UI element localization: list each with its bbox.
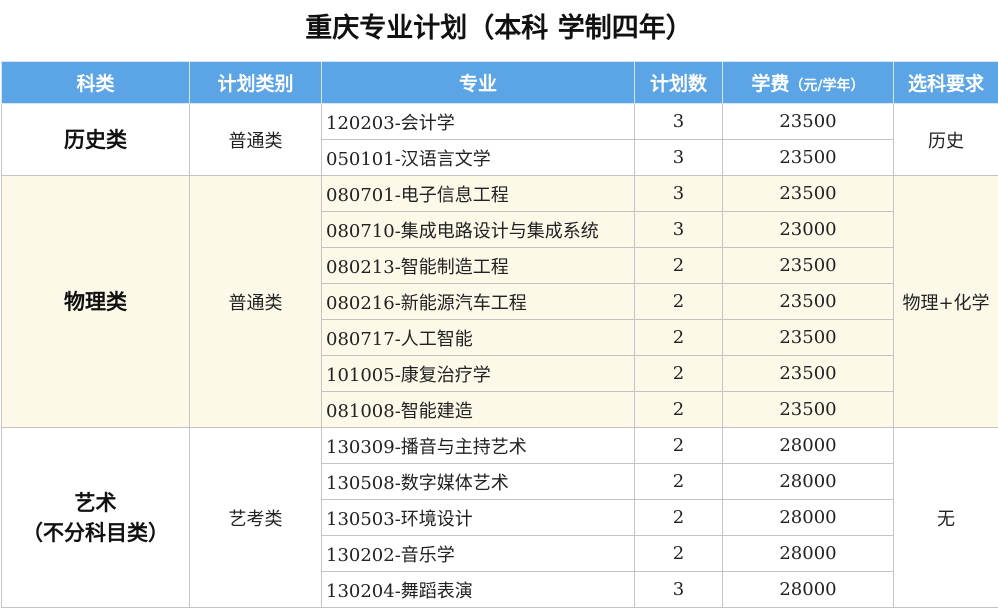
category-cell: 艺术 （不分科目类） <box>1 427 190 608</box>
major-cell: 101005-康复治疗学 <box>321 355 635 392</box>
plan-count-cell: 3 <box>634 175 723 212</box>
table-header-row: 科类 计划类别 专业 计划数 学费（元/学年） 选科要求 <box>1 61 998 104</box>
major-cell: 120203-会计学 <box>321 103 635 140</box>
table-row: 物理类 普通类 080701-电子信息工程 3 23500 物理+化学 <box>1 175 998 428</box>
header-tuition-label: 学费 <box>751 73 790 95</box>
header-plan-type: 计划类别 <box>189 61 322 104</box>
plan-count-cell: 2 <box>634 319 723 356</box>
major-cell: 130503-环境设计 <box>321 499 635 536</box>
tuition-cell: 28000 <box>722 427 894 464</box>
tuition-cell: 23500 <box>722 283 894 320</box>
plan-count-cell: 2 <box>634 463 723 500</box>
plan-type-cell: 普通类 <box>189 175 322 428</box>
tuition-cell: 23500 <box>722 319 894 356</box>
table-row: 历史类 普通类 120203-会计学 3 23500 历史 <box>1 103 998 176</box>
tuition-cell: 28000 <box>722 535 894 572</box>
header-tuition-unit: （元/学年） <box>789 78 865 94</box>
header-major: 专业 <box>321 61 635 104</box>
page-title: 重庆专业计划（本科 学制四年） <box>305 13 693 44</box>
plan-type-cell: 艺考类 <box>189 427 322 608</box>
tuition-cell: 23000 <box>722 211 894 248</box>
tuition-cell: 23500 <box>722 103 894 140</box>
major-cell: 050101-汉语言文学 <box>321 139 635 176</box>
plan-count-cell: 2 <box>634 283 723 320</box>
tuition-cell: 23500 <box>722 391 894 428</box>
major-cell: 130508-数字媒体艺术 <box>321 463 635 500</box>
table-row: 艺术 （不分科目类） 艺考类 130309-播音与主持艺术 2 28000 无 <box>1 427 998 608</box>
category-cell: 物理类 <box>1 175 190 428</box>
plan-count-cell: 2 <box>634 247 723 284</box>
category-label: 物理类 <box>64 289 127 314</box>
category-label: 历史类 <box>64 127 127 152</box>
major-cell: 081008-智能建造 <box>321 391 635 428</box>
plan-type-cell: 普通类 <box>189 103 322 176</box>
category-label: （不分科目类） <box>22 520 169 545</box>
plan-count-cell: 3 <box>634 571 723 608</box>
major-cell: 080216-新能源汽车工程 <box>321 283 635 320</box>
table-body: 历史类 普通类 120203-会计学 3 23500 历史 050101-汉语言文学 3 235… <box>1 103 998 608</box>
tuition-cell: 23500 <box>722 247 894 284</box>
tuition-cell: 23500 <box>722 355 894 392</box>
tuition-cell: 28000 <box>722 571 894 608</box>
tuition-cell: 23500 <box>722 139 894 176</box>
major-cell: 080717-人工智能 <box>321 319 635 356</box>
subject-requirement-cell: 历史 <box>893 103 998 176</box>
subject-requirement-cell: 无 <box>893 427 998 608</box>
plan-count-cell: 2 <box>634 535 723 572</box>
category-label: 艺术 <box>74 490 117 515</box>
header-subject-requirement: 选科要求 <box>893 61 998 104</box>
plan-count-cell: 3 <box>634 211 723 248</box>
plan-count-cell: 2 <box>634 427 723 464</box>
major-cell: 130309-播音与主持艺术 <box>321 427 635 464</box>
major-cell: 080213-智能制造工程 <box>321 247 635 284</box>
header-plan-count: 计划数 <box>634 61 723 104</box>
plan-count-cell: 2 <box>634 499 723 536</box>
major-cell: 130204-舞蹈表演 <box>321 571 635 608</box>
plan-count-cell: 2 <box>634 391 723 428</box>
tuition-cell: 28000 <box>722 463 894 500</box>
tuition-cell: 23500 <box>722 175 894 212</box>
major-cell: 080710-集成电路设计与集成系统 <box>321 211 635 248</box>
plan-count-cell: 2 <box>634 355 723 392</box>
plan-count-cell: 3 <box>634 103 723 140</box>
tuition-cell: 28000 <box>722 499 894 536</box>
header-tuition: 学费（元/学年） <box>722 61 894 104</box>
subject-requirement-cell: 物理+化学 <box>893 175 998 428</box>
major-cell: 080701-电子信息工程 <box>321 175 635 212</box>
plan-count-cell: 3 <box>634 139 723 176</box>
header-category: 科类 <box>1 61 190 104</box>
category-cell: 历史类 <box>1 103 190 176</box>
major-cell: 130202-音乐学 <box>321 535 635 572</box>
plan-table: 科类 计划类别 专业 计划数 学费（元/学年） 选科要求 历史类 普通类 12020… <box>1 61 998 608</box>
